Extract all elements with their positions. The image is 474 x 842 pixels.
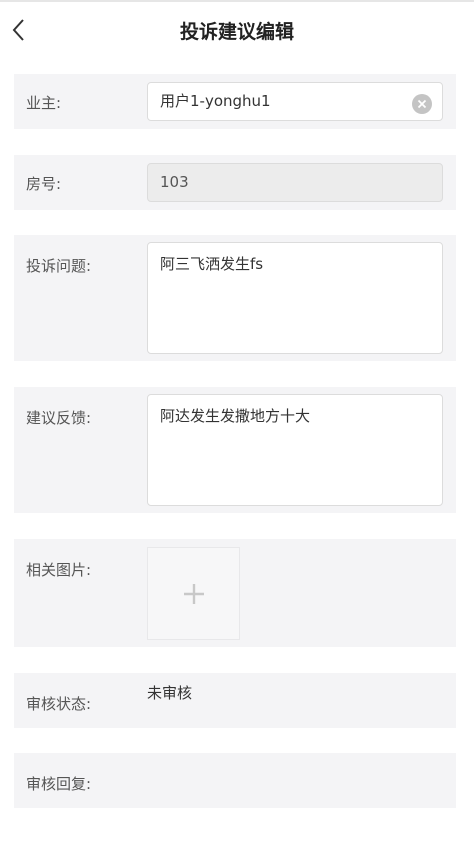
suggestion-textarea[interactable]: 阿达发生发撒地方十大 [147,394,443,506]
complaint-label: 投诉问题: [26,257,92,275]
complaint-textarea[interactable]: 阿三飞洒发生fs [147,242,443,354]
header-bar: 投诉建议编辑 [0,0,474,56]
plus-icon [182,582,206,606]
review-status-label: 审核状态: [26,695,92,713]
review-status-value: 未审核 [147,684,193,702]
image-upload-button[interactable] [147,547,240,640]
review-reply-row: 审核回复: [14,753,456,808]
owner-label: 业主: [26,94,62,112]
suggestion-label: 建议反馈: [26,409,92,427]
clear-circle-icon[interactable] [412,91,432,114]
room-value: 103 [160,173,189,191]
owner-value: 用户1-yonghu1 [160,92,271,110]
images-label: 相关图片: [26,561,92,579]
room-row: 房号: 103 [14,155,456,210]
owner-row: 业主: 用户1-yonghu1 [14,74,456,129]
review-reply-label: 审核回复: [26,775,92,793]
review-status-row: 审核状态: 未审核 [14,673,456,728]
complaint-row: 投诉问题: 阿三飞洒发生fs [14,235,456,361]
owner-field[interactable]: 用户1-yonghu1 [147,82,443,121]
suggestion-row: 建议反馈: 阿达发生发撒地方十大 [14,387,456,513]
room-label: 房号: [26,175,62,193]
room-field: 103 [147,163,443,202]
images-row: 相关图片: [14,539,456,647]
page-title: 投诉建议编辑 [179,21,294,43]
